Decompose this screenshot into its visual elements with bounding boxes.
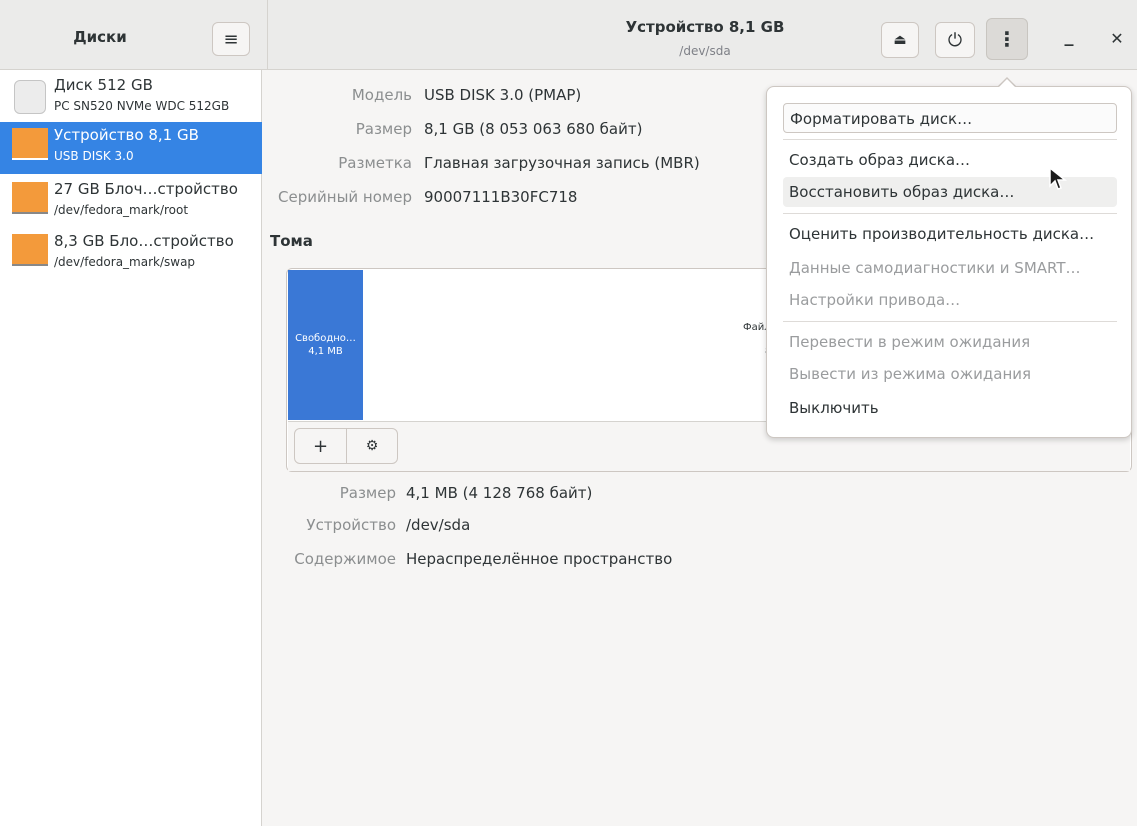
menu-power-off[interactable]: Выключить [783,393,1117,423]
partitioning-value: Главная загрузочная запись (MBR) [424,154,700,172]
menu-benchmark[interactable]: Оценить производительность диска… [783,219,1117,249]
create-partition-button[interactable]: + [295,429,346,463]
disks-window: Диски ≡ Устройство 8,1 GB /dev/sda ⏏ ⏻ ⋮… [0,0,1137,826]
menu-separator [783,213,1117,214]
header-bar: Диски ≡ Устройство 8,1 GB /dev/sda ⏏ ⏻ ⋮… [0,0,1137,70]
disk-item-name: Диск 512 GB [54,76,153,94]
disk-item-name: 8,3 GB Бло…стройство [54,232,234,250]
free-space-label: Свободно… [295,333,356,344]
disk-list-sidebar: Диск 512 GB PC SN520 NVMe WDC 512GB Устр… [0,70,262,826]
device-path: /dev/sda [679,44,731,58]
disk-item-sub: USB DISK 3.0 [54,149,134,163]
disk-item-512gb[interactable]: Диск 512 GB PC SN520 NVMe WDC 512GB [0,72,262,124]
menu-drive-settings: Настройки привода… [789,291,961,309]
sidebar-header: Диски ≡ [0,0,268,70]
hard-disk-icon [12,78,48,118]
power-icon: ⏻ [947,29,963,51]
drive-options-menu: Форматировать диск… Создать образ диска…… [766,86,1132,438]
eject-button[interactable]: ⏏ [881,22,919,58]
menu-separator [783,321,1117,322]
hamburger-menu-icon: ≡ [223,28,239,50]
volume-size-value: 4,1 MB (4 128 768 байт) [406,484,593,502]
block-device-icon [12,234,48,274]
gears-icon: ⚙ [365,438,379,454]
plus-icon: + [312,435,329,457]
minimize-button[interactable]: _ [1058,28,1080,50]
model-label: Модель [351,86,412,104]
volume-device-value: /dev/sda [406,516,471,534]
disk-item-sub: /dev/fedora_mark/root [54,203,189,217]
volume-device-label: Устройство [306,516,396,534]
disk-item-name: Устройство 8,1 GB [54,126,199,144]
disk-item-sub: /dev/fedora_mark/swap [54,255,196,269]
usb-drive-icon [12,128,48,168]
popover-arrow-inner [998,79,1016,88]
partitioning-label: Разметка [338,154,412,172]
size-value: 8,1 GB (8 053 063 680 байт) [424,120,643,138]
power-off-button[interactable]: ⏻ [935,22,975,58]
free-space-partition[interactable]: Свободно… 4,1 MB [288,270,363,420]
disk-item-swap[interactable]: 8,3 GB Бло…стройство /dev/fedora_mark/sw… [0,228,262,280]
disk-item-sub: PC SN520 NVMe WDC 512GB [54,99,230,113]
disk-item-usb[interactable]: Устройство 8,1 GB USB DISK 3.0 [0,122,262,174]
app-title: Диски [73,28,127,46]
vertical-dots-icon: ⋮ [997,27,1017,51]
volume-actions: + ⚙ [294,428,398,464]
volume-size-label: Размер [339,484,396,502]
serial-label: Серийный номер [278,188,412,206]
volume-contents-label: Содержимое [294,550,396,568]
mouse-cursor-icon [1049,166,1068,190]
volume-contents-value: Нераспределённое пространство [406,550,673,568]
drive-options-button[interactable]: ⋮ [986,18,1028,60]
menu-wakeup: Вывести из режима ожидания [789,365,1032,383]
menu-smart-data: Данные самодиагностики и SMART… [789,259,1081,277]
partition-options-button[interactable]: ⚙ [345,429,397,463]
menu-standby: Перевести в режим ожидания [789,333,1031,351]
menu-separator [783,139,1117,140]
disk-item-name: 27 GB Блоч…стройство [54,180,238,198]
minimize-icon: _ [1064,26,1074,47]
free-space-size: 4,1 MB [308,346,343,357]
model-value: USB DISK 3.0 (PMAP) [424,86,582,104]
close-icon: ✕ [1110,29,1124,48]
close-button[interactable]: ✕ [1106,28,1128,50]
volumes-title: Тома [270,232,313,250]
block-device-icon [12,182,48,222]
serial-value: 90007111B30FC718 [424,188,578,206]
size-label: Размер [355,120,412,138]
eject-icon: ⏏ [893,32,907,48]
disk-item-root[interactable]: 27 GB Блоч…стройство /dev/fedora_mark/ro… [0,176,262,228]
main-menu-button[interactable]: ≡ [212,22,250,56]
device-title: Устройство 8,1 GB [625,18,785,36]
menu-format-disk[interactable]: Форматировать диск… [783,103,1117,133]
